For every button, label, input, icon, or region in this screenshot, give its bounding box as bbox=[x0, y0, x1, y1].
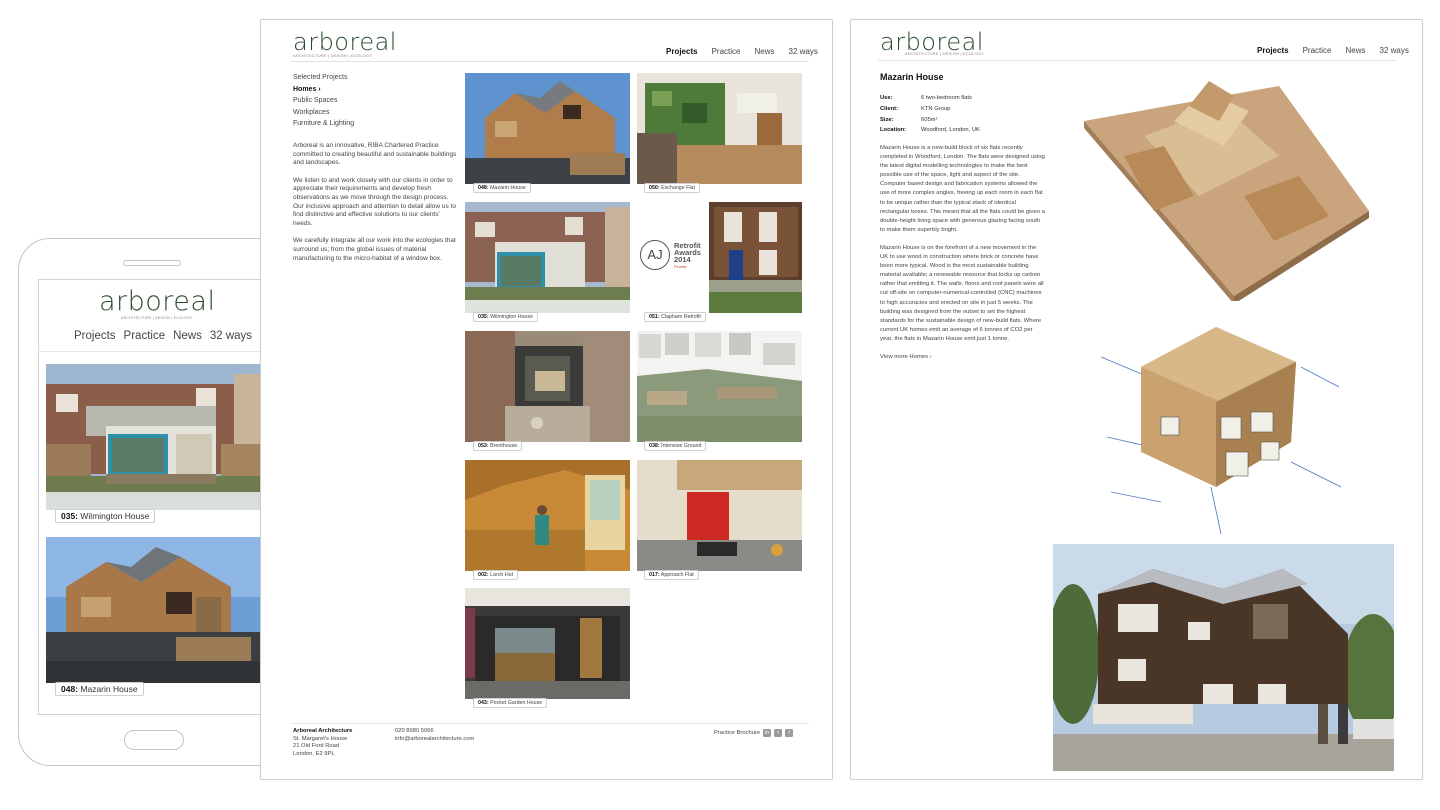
phone-home-button[interactable] bbox=[124, 730, 184, 750]
mobile-logo[interactable]: arboreal bbox=[99, 286, 215, 317]
intro-paragraph: We listen to and work closely with our c… bbox=[293, 176, 456, 227]
menu-selected-projects[interactable]: Selected Projects bbox=[293, 72, 443, 84]
axonometric-drawing[interactable] bbox=[1101, 312, 1341, 534]
nav-32-ways[interactable]: 32 ways bbox=[789, 47, 818, 56]
description-paragraph: Mazarin House is a new-build block of si… bbox=[880, 145, 1045, 233]
project-title: Mazarin House bbox=[880, 72, 944, 82]
detail-tagline: ARCHITECTURE | DESIGN | ECOLOGY bbox=[905, 51, 985, 56]
footer-email[interactable]: info@arborealarchitecture.com bbox=[395, 736, 474, 744]
footer-contact: 020 8980 5066 info@arborealarchitecture.… bbox=[395, 728, 474, 743]
description-paragraph: Mazarin House is on the forefront of a n… bbox=[880, 244, 1044, 342]
nav-news[interactable]: News bbox=[173, 330, 202, 342]
project-caption[interactable]: 002: Larch Hut bbox=[473, 570, 519, 580]
menu-furniture-lighting[interactable]: Furniture & Lighting bbox=[293, 118, 443, 130]
menu-public-spaces[interactable]: Public Spaces bbox=[293, 95, 443, 107]
project-detail-page: arboreal ARCHITECTURE | DESIGN | ECOLOGY… bbox=[850, 19, 1423, 780]
project-thumbnail[interactable] bbox=[465, 331, 630, 442]
project-thumbnail[interactable] bbox=[637, 73, 802, 184]
nav-32-ways[interactable]: 32 ways bbox=[210, 330, 252, 342]
physical-model-image[interactable] bbox=[1084, 66, 1369, 301]
mobile-project-caption[interactable]: 048: Mazarin House bbox=[55, 682, 144, 696]
listing-nav: Projects Practice News 32 ways bbox=[666, 47, 818, 56]
listing-tagline: ARCHITECTURE | DESIGN | ECOLOGY bbox=[293, 53, 373, 58]
project-thumbnail[interactable] bbox=[465, 588, 630, 699]
project-facts: Use: 6 two-bedroom flats Client: KTN Group… bbox=[880, 95, 980, 134]
project-caption[interactable]: 050: Exchange Flat bbox=[644, 183, 700, 193]
practice-intro: Arboreal is an innovative, RIBA Chartere… bbox=[293, 142, 459, 263]
nav-projects[interactable]: Projects bbox=[666, 47, 698, 56]
mobile-project-image[interactable] bbox=[46, 364, 263, 510]
project-caption[interactable]: 048: Mazarin House bbox=[473, 183, 531, 193]
mobile-tagline: ARCHITECTURE | DESIGN | ECOLOGY bbox=[121, 316, 193, 320]
nav-news[interactable]: News bbox=[1345, 46, 1365, 55]
nav-practice[interactable]: Practice bbox=[1303, 46, 1332, 55]
menu-workplaces[interactable]: Workplaces bbox=[293, 107, 443, 119]
project-caption[interactable]: 017: Approach Flat bbox=[644, 570, 699, 580]
mobile-nav-divider bbox=[39, 351, 269, 352]
view-more-homes-link[interactable]: View more Homes › bbox=[880, 353, 1045, 362]
nav-projects[interactable]: Projects bbox=[1257, 46, 1289, 55]
footer-address: Arboreal Architecture St. Margaret's Hou… bbox=[293, 728, 352, 758]
listing-logo[interactable]: arboreal bbox=[293, 28, 397, 56]
detail-header-divider bbox=[878, 60, 1396, 61]
footer-phone[interactable]: 020 8980 5066 bbox=[395, 728, 474, 736]
nav-practice[interactable]: Practice bbox=[712, 47, 741, 56]
project-caption[interactable]: 035: Wilmington House bbox=[473, 312, 539, 322]
listing-header-divider bbox=[291, 61, 809, 62]
footer-address-line: St. Margaret's House bbox=[293, 735, 348, 742]
mobile-project-caption[interactable]: 035: Wilmington House bbox=[55, 509, 156, 523]
project-caption[interactable]: 043: Pocket Garden House bbox=[473, 698, 548, 708]
project-thumbnail[interactable] bbox=[637, 331, 802, 442]
project-description: Mazarin House is a new-build block of si… bbox=[880, 144, 1045, 362]
aj-award-logo: AJ bbox=[640, 240, 670, 270]
footer-links: Practice Brochure in t f bbox=[714, 729, 794, 737]
footer-divider bbox=[291, 723, 809, 724]
detail-nav: Projects Practice News 32 ways bbox=[1257, 46, 1409, 55]
project-thumbnail[interactable] bbox=[465, 73, 630, 184]
project-thumbnail[interactable]: AJ Retrofit Awards 2014 Finalist bbox=[637, 202, 802, 313]
project-thumbnail[interactable] bbox=[465, 202, 630, 313]
linkedin-icon[interactable]: in bbox=[763, 729, 772, 737]
mobile-screen: arboreal ARCHITECTURE | DESIGN | ECOLOGY… bbox=[38, 279, 270, 715]
footer-address-line: London, E2 9PL bbox=[293, 750, 335, 757]
twitter-icon[interactable]: t bbox=[774, 729, 783, 737]
mobile-project-image[interactable] bbox=[46, 537, 263, 683]
menu-homes[interactable]: Homes › bbox=[293, 84, 443, 96]
nav-32-ways[interactable]: 32 ways bbox=[1380, 46, 1409, 55]
project-caption[interactable]: 053: Brenthouse bbox=[473, 441, 523, 451]
mobile-device-frame: arboreal ARCHITECTURE | DESIGN | ECOLOGY… bbox=[18, 238, 289, 766]
category-menu: Selected Projects Homes › Public Spaces … bbox=[293, 72, 443, 130]
projects-listing-page: arboreal ARCHITECTURE | DESIGN | ECOLOGY… bbox=[260, 19, 833, 780]
footer-address-line: 21 Old Ford Road bbox=[293, 743, 340, 750]
award-label: Retrofit Awards 2014 Finalist bbox=[674, 241, 701, 269]
nav-practice[interactable]: Practice bbox=[124, 330, 166, 342]
nav-projects[interactable]: Projects bbox=[74, 330, 116, 342]
project-caption[interactable]: 051: Clapham Retrofit bbox=[644, 312, 706, 322]
footer-company: Arboreal Architecture bbox=[293, 728, 353, 734]
project-thumbnail[interactable] bbox=[637, 460, 802, 571]
phone-speaker bbox=[123, 260, 181, 266]
nav-news[interactable]: News bbox=[754, 47, 774, 56]
project-caption[interactable]: 038: Intensive Ground bbox=[644, 441, 707, 451]
facebook-icon[interactable]: f bbox=[785, 729, 794, 737]
intro-paragraph: Arboreal is an innovative, RIBA Chartere… bbox=[293, 142, 457, 167]
practice-brochure-link[interactable]: Practice Brochure bbox=[714, 730, 760, 736]
intro-paragraph: We carefully integrate all our work into… bbox=[293, 237, 456, 262]
project-thumbnail[interactable] bbox=[465, 460, 630, 571]
mobile-nav: Projects Practice News 32 ways bbox=[74, 330, 252, 342]
exterior-rendering-image[interactable] bbox=[1053, 544, 1394, 771]
